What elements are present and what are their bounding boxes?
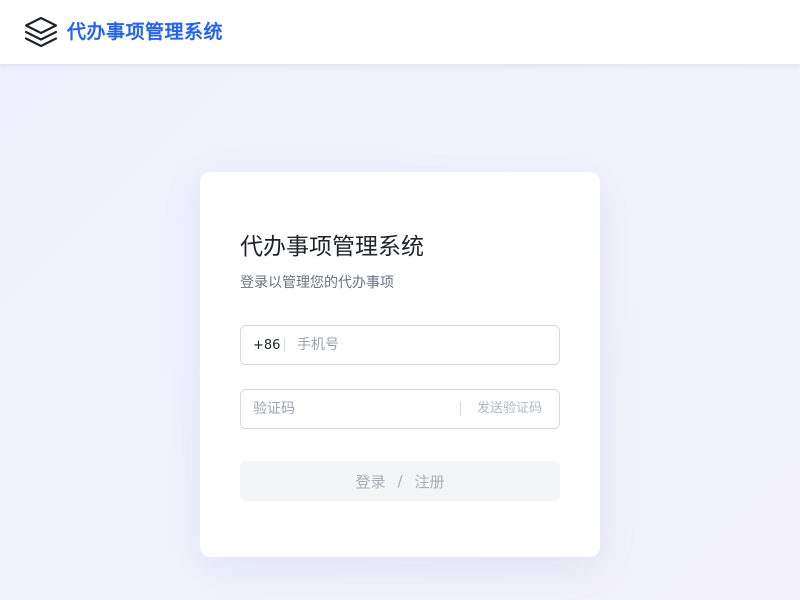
phone-input[interactable] (297, 326, 547, 364)
verification-code-input[interactable] (253, 390, 453, 428)
login-register-button[interactable]: 登录 / 注册 (240, 461, 560, 501)
login-title: 代办事项管理系统 (240, 234, 424, 260)
register-label: 注册 (414, 472, 445, 491)
login-subtitle: 登录以管理您的代办事项 (240, 275, 394, 291)
button-divider: / (397, 472, 403, 490)
send-code-divider (460, 402, 461, 416)
prefix-divider (284, 338, 285, 352)
send-code-button[interactable]: 发送验证码 (477, 400, 542, 418)
login-card: 代办事项管理系统 登录以管理您的代办事项 +86 发送验证码 登录 / 注册 (200, 172, 600, 557)
top-bar: 代办事项管理系统 (0, 0, 800, 64)
code-field: 发送验证码 (240, 389, 560, 429)
login-label: 登录 (355, 472, 386, 491)
app-title: 代办事项管理系统 (67, 21, 224, 43)
phone-field: +86 (240, 325, 560, 365)
layers-icon (24, 16, 58, 48)
country-code-prefix: +86 (253, 338, 281, 353)
